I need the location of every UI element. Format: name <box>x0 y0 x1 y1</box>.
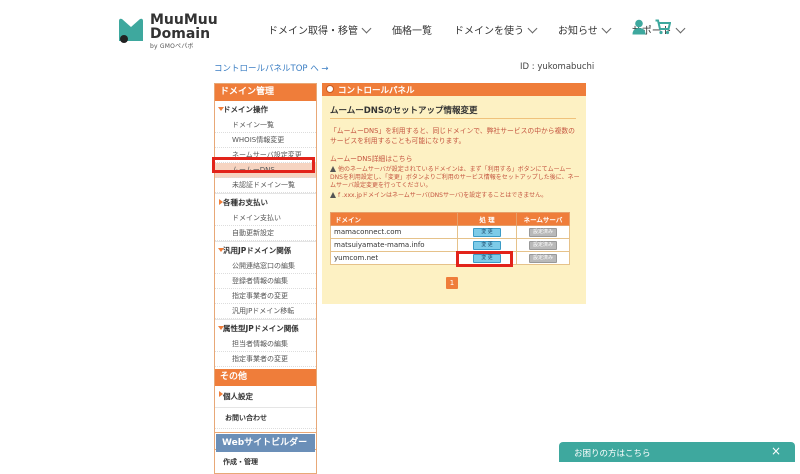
column-header-nameserver: ネームサーバ <box>516 212 570 226</box>
sidebar-item-contact[interactable]: お問い合わせ <box>215 407 316 429</box>
sidebar-item-agent-change-2[interactable]: 指定事業者の変更 <box>215 352 316 367</box>
cart-icon[interactable] <box>655 19 671 35</box>
sidebar-item-personal-settings[interactable]: 個人設定 <box>215 386 316 407</box>
website-builder-panel: Webサイトビルダー 作成・管理 <box>214 432 317 474</box>
action-cell: 変 更 <box>457 238 517 252</box>
domain-cell: yumcom.net <box>330 251 458 265</box>
sidebar-group-attribute-jp[interactable]: 属性型JPドメイン関係 <box>215 319 316 337</box>
highlight-change-button <box>456 251 513 267</box>
muumuu-logo[interactable]: MuuMuu Domain by GMOペパボ <box>116 13 218 50</box>
chevron-down-icon <box>601 23 612 33</box>
intro-text: 「ムームーDNS」を利用すると、同じドメインで、弊社サービスの中から複数のサービ… <box>330 127 575 145</box>
dns-detail-link[interactable]: ムームーDNS詳細はこちら <box>330 153 412 163</box>
sidebar-item-contact-person-edit[interactable]: 担当者情報の編集 <box>215 337 316 352</box>
banner-dot-icon <box>326 85 334 93</box>
highlight-muumuu-dns-menu <box>212 157 315 173</box>
sidebar-item-contact-edit[interactable]: 公開連絡窓口の編集 <box>215 259 316 274</box>
nav-label: お知らせ <box>558 26 598 37</box>
sidebar-item-agent-change[interactable]: 指定事業者の変更 <box>215 289 316 304</box>
nameserver-status-button: 設定済み <box>529 228 557 237</box>
sidebar-group-general-jp[interactable]: 汎用JPドメイン関係 <box>215 241 316 259</box>
table-row: yumcom.net 変 更 設定済み <box>330 251 570 265</box>
warning-icon <box>330 166 336 172</box>
nameserver-note: 他のネームサーバが設定されているドメインは、まず「利用する」ボタンにてムームーD… <box>330 166 582 190</box>
logo-wordmark: MuuMuu Domain <box>150 13 218 41</box>
help-widget[interactable]: お困りの方はこちら × <box>559 442 795 462</box>
chevron-down-icon <box>361 23 372 33</box>
nameserver-cell: 設定済み <box>516 238 570 252</box>
domain-cell: matsuiyamate-mama.info <box>330 238 458 252</box>
logo-line1: MuuMuu <box>150 12 218 28</box>
close-icon[interactable]: × <box>771 445 781 457</box>
column-header-domain: ドメイン <box>330 212 458 226</box>
title-divider <box>330 118 576 119</box>
sidebar-item-registrant-edit[interactable]: 登録者情報の編集 <box>215 274 316 289</box>
chevron-down-icon <box>675 23 686 33</box>
help-widget-label: お困りの方はこちら <box>574 449 651 459</box>
action-cell: 変 更 <box>457 225 517 239</box>
website-builder-manage[interactable]: 作成・管理 <box>215 453 316 471</box>
nav-news[interactable]: お知らせ <box>558 22 612 37</box>
nav-domain-transfer[interactable]: ドメイン取得・移管 <box>268 22 372 37</box>
logo-mark-icon <box>119 18 143 43</box>
table-header-row: ドメイン 処 理 ネームサーバ <box>330 212 570 226</box>
user-id-label: ID : yukomabuchi <box>520 62 595 72</box>
pagination-current[interactable]: 1 <box>446 277 458 289</box>
sidebar-item-domain-payment[interactable]: ドメイン支払い <box>215 211 316 226</box>
table-row: matsuiyamate-mama.info 変 更 設定済み <box>330 238 570 252</box>
warning-icon <box>330 192 336 198</box>
sidebar-group-domain-ops[interactable]: ドメイン操作 <box>215 101 316 118</box>
nav-label: ドメインを使う <box>454 26 524 37</box>
sidebar-group-payments[interactable]: 各種お支払い <box>215 193 316 211</box>
logo-line2: Domain <box>150 26 211 42</box>
sidebar-other-header: その他 <box>215 369 316 386</box>
sidebar-item-jp-transfer[interactable]: 汎用JPドメイン移転 <box>215 304 316 319</box>
change-button[interactable]: 変 更 <box>473 241 501 250</box>
sidebar-domain-header: ドメイン管理 <box>215 84 316 101</box>
control-panel-top-link[interactable]: コントロールパネルTOP へ → <box>214 62 329 74</box>
website-builder-header: Webサイトビルダー <box>216 434 315 452</box>
nameserver-cell: 設定済み <box>516 251 570 265</box>
sidebar-item-whois[interactable]: WHOIS情報変更 <box>215 133 316 148</box>
logo-sub: by GMOペパボ <box>150 43 194 50</box>
change-button[interactable]: 変 更 <box>473 228 501 237</box>
main-nav: ドメイン取得・移管 価格一覧 ドメインを使う お知らせ サポート <box>268 22 686 37</box>
nameserver-note-text: 他のネームサーバが設定されているドメインは、まず「利用する」ボタンにてムームーD… <box>330 166 580 189</box>
site-header: MuuMuu Domain by GMOペパボ ドメイン取得・移管 価格一覧 ド… <box>0 0 800 60</box>
page-title: ムームーDNSのセットアップ情報変更 <box>330 106 478 116</box>
nav-use-domain[interactable]: ドメインを使う <box>454 22 538 37</box>
table-row: mamaconnect.com 変 更 設定済み <box>330 225 570 239</box>
chevron-down-icon <box>527 23 538 33</box>
nav-price-list[interactable]: 価格一覧 <box>392 22 432 37</box>
sidebar: ドメイン管理 ドメイン操作 ドメイン一覧 WHOIS情報変更 ネームサーバ設定変… <box>214 83 317 450</box>
sidebar-item-domain-list[interactable]: ドメイン一覧 <box>215 118 316 133</box>
control-panel-banner: コントロールパネル <box>322 83 586 96</box>
user-icon[interactable] <box>632 19 646 35</box>
jp-domain-note-text: f .xxx.jpドメインはネームサーバ(DNSサーバ)を設定することはできませ… <box>338 192 548 199</box>
nameserver-status-button: 設定済み <box>529 254 557 263</box>
sidebar-item-unverified[interactable]: 未認証ドメイン一覧 <box>215 178 316 193</box>
sidebar-item-auto-renew[interactable]: 自動更新設定 <box>215 226 316 241</box>
domain-table: ドメイン 処 理 ネームサーバ mamaconnect.com 変 更 設定済み… <box>330 212 570 265</box>
dns-setup-panel: ムームーDNSのセットアップ情報変更 「ムームーDNS」を利用すると、同じドメイ… <box>322 96 586 304</box>
column-header-action: 処 理 <box>457 212 517 226</box>
nameserver-status-button: 設定済み <box>529 241 557 250</box>
control-panel-banner-label: コントロールパネル <box>338 86 415 96</box>
nav-label: 価格一覧 <box>392 26 432 37</box>
jp-domain-note: f .xxx.jpドメインはネームサーバ(DNSサーバ)を設定することはできませ… <box>330 192 582 200</box>
nav-label: ドメイン取得・移管 <box>268 26 358 37</box>
domain-cell: mamaconnect.com <box>330 225 458 239</box>
nameserver-cell: 設定済み <box>516 225 570 239</box>
